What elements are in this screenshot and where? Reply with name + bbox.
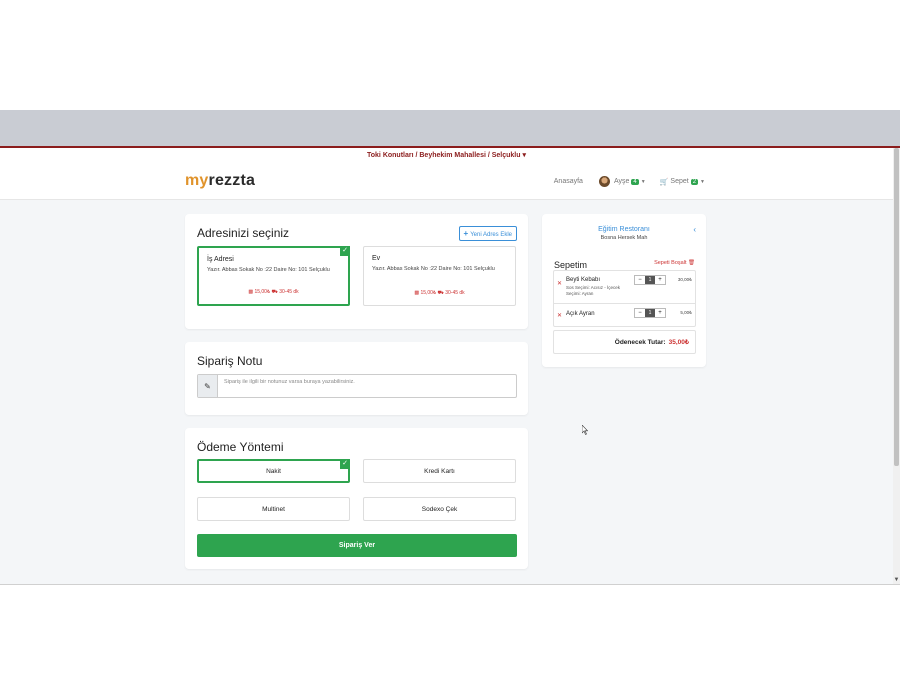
add-address-button[interactable]: + Yeni Adres Ekle [458,226,517,241]
plus-icon[interactable]: + [655,309,665,317]
location-bar[interactable]: Toki Konutları / Beyhekim Mahallesi / Se… [0,148,893,164]
minus-icon[interactable]: − [635,276,645,284]
user-menu[interactable]: Ayşe 4 ▼ [598,176,646,187]
order-note-card: Sipariş Notu ✎ Sipariş ile ilgili bir no… [185,342,528,415]
cart-menu[interactable]: 🛒 Sepet 2 ▼ [660,178,705,186]
order-note-title: Sipariş Notu [197,354,263,368]
order-note-placeholder: Sipariş ile ilgili bir notunuz varsa bur… [224,379,355,385]
plus-icon: + [463,229,469,238]
truck-icon: ⛟ [437,290,444,296]
mouse-cursor-icon [582,425,588,435]
user-badge: 4 [631,178,639,185]
browser-page: Toki Konutları / Beyhekim Mahallesi / Se… [0,0,900,700]
scroll-down-icon[interactable]: ▼ [893,576,900,584]
payment-option-label: Kredi Kartı [424,467,455,475]
address-card: Adresinizi seçiniz + Yeni Adres Ekle ✓ İş… [185,214,528,329]
cart-label: Sepet [670,178,689,185]
edit-icon: ✎ [198,375,218,397]
cart-card: Eğitim Restoranı Bosna Hersek Mah ‹ Sepe… [542,214,706,367]
logo-prefix: my [185,172,209,189]
quantity-stepper: − 1 + [634,308,666,318]
cart-item-price: 30,00₺ [677,277,692,282]
wallet-icon: ▩ [414,290,420,296]
remove-icon[interactable]: ✕ [557,280,562,287]
payment-option-label: Sodexo Çek [421,505,458,513]
quantity-stepper: − 1 + [634,275,666,285]
chevron-left-icon[interactable]: ‹ [693,225,696,234]
address-option-title: Ev [372,255,381,262]
payment-cash-button[interactable]: ✓ Nakit [197,459,350,483]
cart-item-price: 5,00₺ [680,310,692,315]
cart-badge: 2 [690,178,699,185]
address-option-text: Yazır. Abbas Sokak No :22 Daire No: 101 … [372,266,495,272]
check-icon: ✓ [340,246,350,256]
cart-item-desc: Sos Seçimi: Acısız - İçecek Seçimi: Ayra… [566,285,621,296]
address-option-title: İş Adresi [207,256,234,263]
payment-option-label: Nakit [266,467,281,475]
navbar: myrezzta Anasayfa Ayşe 4 ▼ 🛒 Sepet 2 ▼ [0,164,893,200]
min-order: 15,00₺ [254,289,271,295]
check-icon: ✓ [340,459,350,469]
chevron-down-icon: ▾ [522,152,526,159]
clear-cart-button[interactable]: Sepeti Boşalt 🗑 [654,260,695,266]
cart-item: ✕ Beyti Kebabı Sos Seçimi: Acısız - İçec… [554,271,695,304]
delivery-time: 30-45 dk [279,289,299,295]
payment-multinet-button[interactable]: Multinet [197,497,350,521]
payment-card: Ödeme Yöntemi ✓ Nakit Kredi Kartı Multin… [185,428,528,569]
quantity-value: 1 [645,309,655,317]
plus-icon[interactable]: + [655,276,665,284]
cart-total-amount: 35,00₺ [668,339,689,346]
address-option-meta: ▩ 15,00₺ ⛟ 30-45 dk [199,289,348,296]
chevron-down-icon: ▼ [700,178,705,185]
scrollbar[interactable]: ▼ [893,148,900,584]
restaurant-location: Bosna Hersek Mah [600,235,648,241]
restaurant-name[interactable]: Eğitim Restoranı [542,226,706,233]
scrollbar-thumb[interactable] [894,148,899,466]
truck-icon: ⛟ [271,289,278,295]
cart-icon: 🛒 [659,178,669,186]
cart-total-label: Ödenecek Tutar: [614,338,666,346]
address-option-text: Yazır. Abbas Sokak No :22 Daire No: 101 … [207,267,330,273]
min-order: 15,00₺ [420,290,437,296]
payment-title: Ödeme Yöntemi [197,440,284,454]
address-option-meta: ▩ 15,00₺ ⛟ 30-45 dk [364,290,515,297]
chevron-down-icon: ▼ [640,178,646,185]
logo-rest: rezzta [208,172,256,189]
order-note-input[interactable]: ✎ Sipariş ile ilgili bir notunuz varsa b… [197,374,517,398]
cart-title: Sepetim [554,260,588,270]
cart-items: ✕ Beyti Kebabı Sos Seçimi: Acısız - İçec… [553,270,696,327]
location-text: Toki Konutları / Beyhekim Mahallesi / Se… [367,152,521,159]
delivery-time: 30-45 dk [445,290,465,296]
remove-icon[interactable]: ✕ [557,312,562,319]
browser-chrome-bar [0,110,900,146]
minus-icon[interactable]: − [635,309,645,317]
app-viewport: Toki Konutları / Beyhekim Mahallesi / Se… [0,148,893,584]
viewport-bottom-edge [0,584,900,585]
address-option-home[interactable]: Ev Yazır. Abbas Sokak No :22 Daire No: 1… [363,246,516,306]
place-order-button[interactable]: Sipariş Ver [197,534,517,557]
add-address-label: Yeni Adres Ekle [470,232,512,238]
site-logo[interactable]: myrezzta [185,172,255,190]
address-title: Adresinizi seçiniz [197,226,290,240]
cart-item: ✕ Açık Ayran − 1 + 5,00₺ [554,304,695,326]
payment-option-label: Multinet [262,505,285,513]
nav-home-link[interactable]: Anasayfa [554,178,583,185]
trash-icon: 🗑 [688,260,695,266]
clear-cart-label: Sepeti Boşalt [654,260,687,266]
payment-sodexo-button[interactable]: Sodexo Çek [363,497,516,521]
cart-item-name: Beyti Kebabı [566,277,601,283]
address-option-work[interactable]: ✓ İş Adresi Yazır. Abbas Sokak No :22 Da… [197,246,350,306]
avatar [598,176,610,187]
user-name: Ayşe [613,178,630,185]
quantity-value: 1 [645,276,655,284]
wallet-icon: ▩ [248,289,254,295]
nav-links: Anasayfa Ayşe 4 ▼ 🛒 Sepet 2 ▼ [554,176,705,187]
cart-total: Ödenecek Tutar: 35,00₺ [553,330,696,354]
cart-item-name: Açık Ayran [566,311,595,317]
payment-credit-card-button[interactable]: Kredi Kartı [363,459,516,483]
